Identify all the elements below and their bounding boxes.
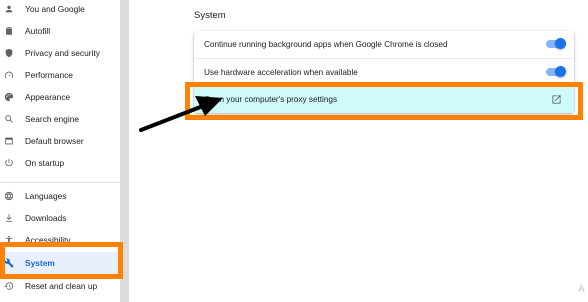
sidebar-item-label: Search engine [25,114,80,124]
sidebar-item-label: Downloads [25,213,67,223]
sidebar-item-languages[interactable]: Languages [0,185,120,207]
highlight-box-system [0,242,123,279]
section-title: System [194,10,226,21]
toggle-knob [555,66,566,77]
globe-icon [3,190,15,202]
sidebar-divider [0,182,120,183]
speedometer-icon [3,69,15,81]
toggle-knob [555,38,566,49]
sidebar-item-privacy-and-security[interactable]: Privacy and security [0,42,120,64]
sidebar-item-autofill[interactable]: Autofill [0,20,120,42]
sidebar-item-label: Languages [25,191,67,201]
person-icon [3,3,15,15]
sidebar-item-performance[interactable]: Performance [0,64,120,86]
corner-text: A [578,284,585,295]
download-icon [3,212,15,224]
sidebar-item-downloads[interactable]: Downloads [0,207,120,229]
highlight-box-proxy-settings [185,82,583,120]
browser-icon [3,135,15,147]
power-icon [3,157,15,169]
setting-label: Use hardware acceleration when available [204,67,358,77]
sidebar-item-label: You and Google [25,4,85,14]
sidebar-item-label: Performance [25,70,73,80]
clipboard-icon [3,25,15,37]
annotation-arrow [139,96,223,132]
background-apps-toggle[interactable] [546,38,566,49]
sidebar-item-label: On startup [25,158,65,168]
sidebar-item-label: Default browser [25,136,84,146]
sidebar-item-on-startup[interactable]: On startup [0,152,120,174]
sidebar-item-label: Appearance [25,92,71,102]
sidebar-item-default-browser[interactable]: Default browser [0,130,120,152]
search-icon [3,113,15,125]
sidebar-item-label: Reset and clean up [25,281,98,291]
sidebar-item-appearance[interactable]: Appearance [0,86,120,108]
setting-row-background-apps[interactable]: Continue running background apps when Go… [194,31,574,58]
palette-icon [3,91,15,103]
sidebar-item-search-engine[interactable]: Search engine [0,108,120,130]
setting-label: Continue running background apps when Go… [204,40,448,49]
setting-row-hardware-acceleration[interactable]: Use hardware acceleration when available [194,58,574,85]
sidebar-item-label: Autofill [25,26,51,36]
hardware-acceleration-toggle[interactable] [546,66,566,77]
sidebar-item-label: Privacy and security [25,48,100,58]
restore-icon [3,280,15,292]
sidebar-item-you-and-google[interactable]: You and Google [0,0,120,20]
shield-icon [3,47,15,59]
